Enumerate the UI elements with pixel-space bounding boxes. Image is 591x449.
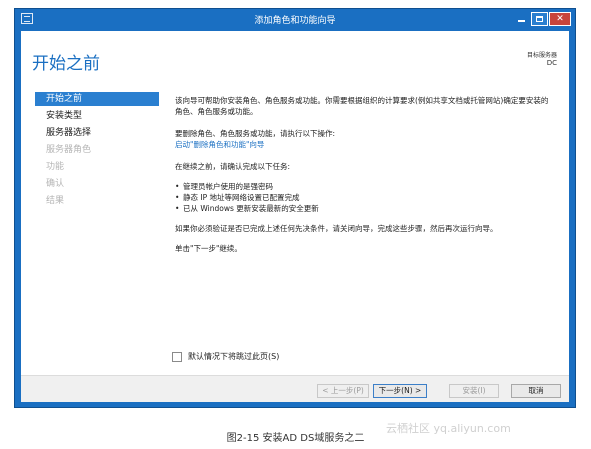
nav-item-before-you-begin[interactable]: 开始之前	[35, 92, 159, 106]
previous-button[interactable]: < 上一步(P)	[317, 384, 369, 398]
wizard-window: 添加角色和功能向导 ✕ 开始之前 目标服务器 DC 开始之前 安装类型 服务器选…	[14, 8, 576, 408]
nav-item-confirmation: 确认	[46, 179, 65, 189]
nav-item-features: 功能	[46, 162, 65, 172]
maximize-button[interactable]	[531, 12, 548, 26]
remove-roles-link[interactable]: 启动"删除角色和功能"向导	[175, 139, 555, 150]
figure-caption: 图2-15 安装AD DS域服务之二	[226, 433, 365, 444]
list-item: 静态 IP 地址等网络设置已配置完成	[175, 192, 555, 203]
intro-text: 该向导可帮助你安装角色、角色服务或功能。你需要根据组织的计算要求(例如共享文档或…	[175, 96, 549, 116]
nav-item-server-selection[interactable]: 服务器选择	[35, 126, 159, 140]
remove-prompt: 要删除角色、角色服务或功能，请执行以下操作:	[175, 129, 336, 138]
skip-page-label[interactable]: 默认情况下将跳过此页(S)	[188, 351, 279, 362]
minimize-icon	[518, 20, 525, 22]
verify-text: 如果你必须验证是否已完成上述任何先决条件，请关闭向导，完成这些步骤，然后再次运行…	[175, 224, 498, 233]
before-continue-text: 在继续之前，请确认完成以下任务:	[175, 162, 291, 171]
nav-item-results: 结果	[46, 196, 65, 206]
list-item: 管理员帐户使用的是强密码	[175, 181, 555, 192]
wizard-content: 开始之前 目标服务器 DC 开始之前 安装类型 服务器选择 服务器角色 功能 确…	[21, 31, 569, 402]
close-button[interactable]: ✕	[549, 12, 571, 26]
minimize-button[interactable]	[513, 12, 530, 26]
title-bar[interactable]: 添加角色和功能向导 ✕	[15, 9, 575, 29]
install-button[interactable]: 安装(I)	[449, 384, 499, 398]
nav-item-server-roles: 服务器角色	[46, 145, 92, 155]
wizard-nav: 开始之前 安装类型 服务器选择 服务器角色 功能 确认 结果	[35, 92, 159, 211]
close-icon: ✕	[556, 14, 564, 24]
cancel-button[interactable]: 取消	[511, 384, 561, 398]
nav-item-installation-type[interactable]: 安装类型	[35, 109, 159, 123]
window-title: 添加角色和功能向导	[254, 16, 336, 26]
task-list: 管理员帐户使用的是强密码 静态 IP 地址等网络设置已配置完成 已从 Windo…	[175, 181, 555, 214]
page-title: 开始之前	[32, 54, 100, 74]
next-button[interactable]: 下一步(N) >	[373, 384, 427, 398]
list-item: 已从 Windows 更新安装最新的安全更新	[175, 203, 555, 214]
target-server-value: DC	[546, 59, 557, 67]
maximize-icon	[536, 16, 543, 22]
wizard-footer: < 上一步(P) 下一步(N) > 安装(I) 取消	[21, 375, 569, 402]
main-pane: 该向导可帮助你安装角色、角色服务或功能。你需要根据组织的计算要求(例如共享文档或…	[175, 95, 555, 254]
click-next-text: 单击"下一步"继续。	[175, 244, 242, 253]
target-server-label: 目标服务器	[526, 52, 557, 59]
skip-page-option[interactable]: 默认情况下将跳过此页(S)	[172, 351, 279, 362]
skip-page-checkbox[interactable]	[172, 351, 182, 362]
